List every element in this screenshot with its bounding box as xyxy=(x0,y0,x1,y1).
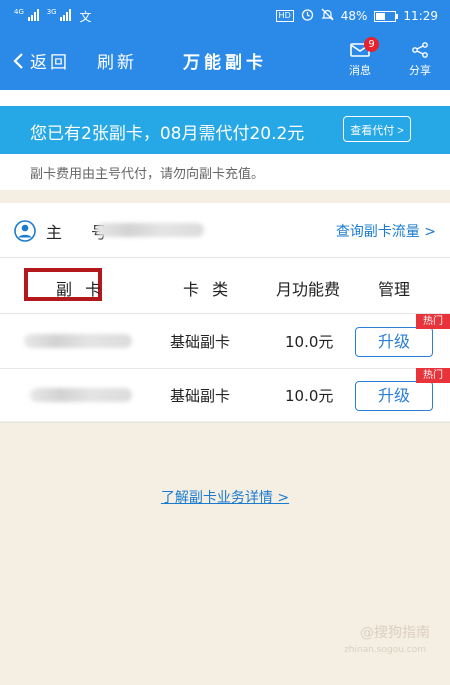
user-icon xyxy=(14,220,36,242)
status-left: 4G 3G 文 xyxy=(14,8,91,25)
sub-card-details-link[interactable]: 了解副卡业务详情 > xyxy=(0,487,450,507)
hot-tag: 热门 xyxy=(416,314,450,329)
monthly-fee: 10.0元 xyxy=(285,387,334,405)
clock: 11:29 xyxy=(403,9,438,23)
hot-tag: 热门 xyxy=(416,368,450,383)
alarm-icon xyxy=(301,8,314,24)
battery-percent: 48% xyxy=(340,9,368,23)
table-header: 副 卡 卡 类 月功能费 管理 xyxy=(0,258,450,314)
query-sub-card-data-link[interactable]: 查询副卡流量 > xyxy=(336,221,436,241)
notice-text: 副卡费用由主号代付，请勿向副卡充值。 xyxy=(30,167,265,182)
watermark-url: zhinan.sogou.com xyxy=(344,645,426,655)
card-type: 基础副卡 xyxy=(170,387,231,405)
table-row: 基础副卡 10.0元 升级 热门 xyxy=(0,314,450,369)
sub-card-number-redacted xyxy=(24,334,132,348)
spacer xyxy=(0,90,450,106)
card-type: 基础副卡 xyxy=(170,333,231,351)
message-button[interactable]: 9 消息 xyxy=(340,37,380,78)
hd-icon: HD xyxy=(275,10,294,22)
notice: 副卡费用由主号代付，请勿向副卡充值。 xyxy=(0,154,450,190)
network-type-2: 3G xyxy=(46,8,57,16)
app-notification-icon: 文 xyxy=(79,10,92,24)
header-manage: 管理 xyxy=(378,280,411,299)
mute-icon xyxy=(321,8,334,24)
network-type-1: 4G xyxy=(14,8,24,16)
share-icon xyxy=(412,42,428,58)
battery-fill xyxy=(376,12,386,20)
share-label: 分享 xyxy=(409,64,431,77)
watermark-brand: @搜狗指南 xyxy=(360,625,430,641)
message-count-badge: 9 xyxy=(364,37,379,52)
banner-text: 您已有2张副卡，08月需代付20.2元 xyxy=(30,124,305,144)
signal-bars-icon xyxy=(60,9,72,21)
sub-card-number-redacted xyxy=(30,388,132,402)
signal-bars-icon xyxy=(27,9,39,21)
upgrade-button[interactable]: 升级 xyxy=(355,327,433,357)
header-card-type: 卡 类 xyxy=(183,280,233,299)
upgrade-button[interactable]: 升级 xyxy=(355,381,433,411)
page-title: 万能副卡 xyxy=(183,53,267,73)
share-button[interactable]: 分享 xyxy=(400,40,440,78)
battery-icon xyxy=(374,10,399,22)
monthly-fee: 10.0元 xyxy=(285,333,334,351)
payment-banner: 您已有2张副卡，08月需代付20.2元 查看代付 > xyxy=(0,106,450,154)
main-number-value-redacted xyxy=(96,223,204,237)
signal-2: 3G xyxy=(47,9,72,24)
message-label: 消息 xyxy=(349,64,371,77)
status-bar: 4G 3G 文 HD 48% 11:29 xyxy=(0,0,450,32)
sub-card-panel: 主 号 查询副卡流量 > 副 卡 卡 类 月功能费 管理 基础副卡 10.0元 … xyxy=(0,203,450,423)
signal-1: 4G xyxy=(14,9,39,24)
table-row: 基础副卡 10.0元 升级 热门 xyxy=(0,368,450,423)
header-sub-card: 副 卡 xyxy=(56,280,106,299)
header-monthly-fee: 月功能费 xyxy=(276,280,341,299)
nav-bar: 返回 刷新 万能副卡 9 消息 分享 xyxy=(0,32,450,90)
status-right: HD 48% 11:29 xyxy=(275,8,438,24)
main-number-row: 主 号 查询副卡流量 > xyxy=(0,203,450,258)
view-payment-button[interactable]: 查看代付 > xyxy=(343,116,411,142)
